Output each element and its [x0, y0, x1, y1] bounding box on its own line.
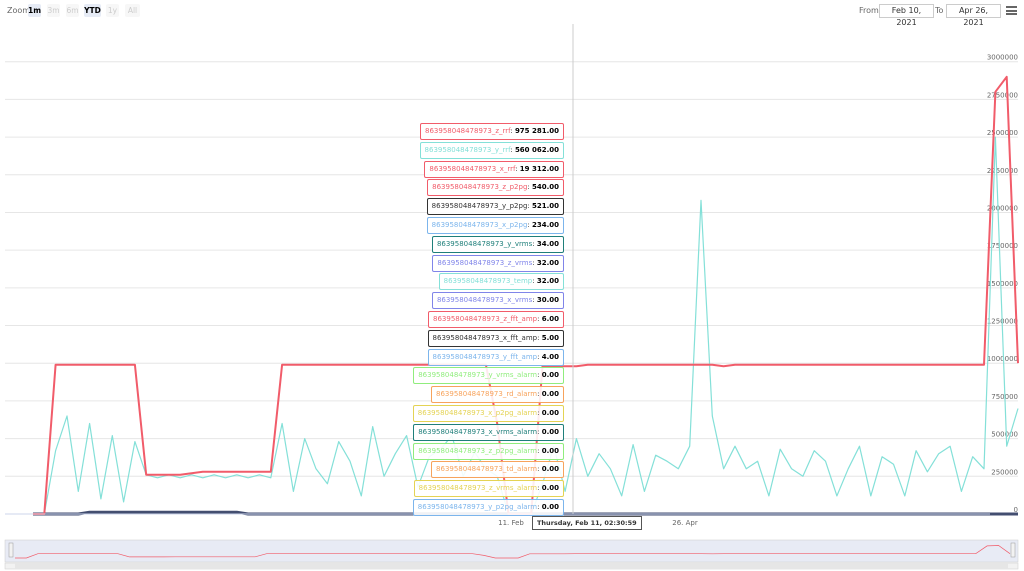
tooltip-series-name: 863958048478973_x_vrms_alarm: [418, 427, 538, 436]
tooltip-item: 863958048478973_x_vrms: 30.00: [431, 292, 564, 310]
tooltip-series-value: 30.00: [536, 296, 559, 305]
tooltip-series-value: 32.00: [536, 277, 559, 286]
tooltip-series-value: 0.00: [541, 446, 559, 455]
tooltip-series-name: 863958048478973_z_fft_amp: [433, 315, 538, 323]
tooltip-item: 863958048478973_y_vrms_alarm: 0.00: [413, 367, 564, 385]
tooltip-item: 863958048478973_rd_alarm: 0.00: [431, 386, 564, 404]
x-tick-label: 26. Apr: [672, 519, 698, 527]
tooltip-item: 863958048478973_z_vrms_alarm: 0.00: [413, 480, 564, 498]
tooltip-series-name: 863958048478973_z_p2pg_alarm: [418, 446, 538, 455]
tooltip-series-name: 863958048478973_z_p2pg: [432, 183, 528, 192]
tooltip-item: 863958048478973_x_fft_amp: 5.00: [427, 329, 564, 347]
tooltip-series-name: 863958048478973_z_vrms: [437, 258, 533, 267]
y-tick-label: 2750000: [987, 91, 1018, 99]
tooltip-series-name: 863958048478973_y_vrms_alarm: [418, 371, 538, 380]
y-tick-label: 250000: [991, 468, 1018, 476]
tooltip-series-value: 0.00: [541, 390, 559, 399]
tooltip-series-value: 5.00: [541, 333, 559, 342]
tooltip-series-value: 540.00: [531, 183, 559, 192]
tooltip-item: 863958048478973_td_alarm: 0.00: [431, 461, 564, 479]
tooltip-item: 863958048478973_x_p2pg: 234.00: [426, 217, 564, 234]
crosshair-date-label: Thursday, Feb 11, 02:30:59: [532, 516, 642, 530]
tooltip-series-value: 234.00: [531, 221, 559, 229]
navigator-left-handle: [8, 542, 14, 558]
y-tick-label: 2500000: [987, 129, 1018, 137]
tooltip-item: 863958048478973_temp: 32.00: [438, 273, 564, 291]
tooltip-item: 863958048478973_x_vrms_alarm: 0.00: [413, 423, 564, 441]
tooltip-item: 863958048478973_y_vrms: 34.00: [431, 235, 564, 253]
tooltip-series-value: 0.00: [541, 503, 559, 511]
tooltip-series-name: 863958048478973_x_p2pg_alarm: [417, 409, 538, 417]
tooltip-item: 863958048478973_z_fft_amp: 6.00: [428, 311, 564, 328]
tooltip-series-value: 19 312.00: [519, 164, 559, 173]
tooltip-series-value: 32.00: [536, 258, 559, 267]
tooltip-series-name: 863958048478973_rd_alarm: [436, 390, 538, 399]
tooltip-series-value: 0.00: [541, 409, 559, 417]
tooltip-item: 863958048478973_z_vrms: 32.00: [432, 254, 564, 272]
tooltip-series-value: 0.00: [541, 484, 559, 493]
tooltip-series-name: 863958048478973_z_vrms_alarm: [418, 484, 538, 493]
tooltip-series-name: 863958048478973_y_rrf: [424, 145, 511, 154]
navigator-track: [4, 539, 1019, 563]
tooltip-series-value: 0.00: [541, 465, 559, 474]
tooltip-series-value: 521.00: [531, 202, 559, 211]
tooltip-item: 863958048478973_z_rrf: 975 281.00: [420, 123, 564, 140]
y-tick-label: 1500000: [987, 280, 1018, 288]
tooltip-item: 863958048478973_y_fft_amp: 4.00: [427, 348, 564, 366]
navigator-scrollbar-thumb: [15, 563, 1008, 569]
tooltip-series-value: 4.00: [541, 352, 559, 361]
tooltip-series-value: 975 281.00: [514, 127, 559, 135]
y-tick-label: 500000: [991, 431, 1018, 439]
navigator-right-handle: [1010, 542, 1016, 558]
y-axis-ticks: 0250000500000750000100000012500001500000…: [987, 54, 1018, 514]
y-tick-label: 3000000: [987, 54, 1018, 62]
x-tick-label: 11. Feb: [498, 519, 524, 527]
tooltip-item: 863958048478973_z_p2pg_alarm: 0.00: [413, 442, 564, 460]
tooltip-item: 863958048478973_y_rrf: 560 062.00: [419, 141, 564, 159]
tooltip-item: 863958048478973_y_p2pg_alarm: 0.00: [412, 499, 564, 516]
tooltip-series-name: 863958048478973_x_vrms: [436, 296, 533, 305]
tooltip-item: 863958048478973_x_p2pg_alarm: 0.00: [412, 405, 564, 422]
tooltip-series-value: 0.00: [541, 371, 559, 380]
tooltip-series-name: 863958048478973_temp: [443, 277, 533, 286]
tooltip-series-name: 863958048478973_x_rrf: [429, 164, 516, 173]
tooltip-series-name: 863958048478973_z_rrf: [425, 127, 511, 135]
tooltip-item: 863958048478973_x_rrf: 19 312.00: [424, 160, 564, 178]
tooltip-series-name: 863958048478973_x_p2pg: [431, 221, 528, 229]
tooltip-series-name: 863958048478973_y_fft_amp: [432, 352, 538, 361]
y-tick-label: 1000000: [987, 355, 1018, 363]
tooltip-series-name: 863958048478973_td_alarm: [436, 465, 538, 474]
tooltip-series-name: 863958048478973_x_fft_amp: [432, 333, 538, 342]
tooltip-series-value: 34.00: [536, 239, 559, 248]
tooltip-item: 863958048478973_y_p2pg: 521.00: [426, 198, 564, 216]
tooltip-series-value: 0.00: [541, 427, 559, 436]
tooltip-item: 863958048478973_z_p2pg: 540.00: [427, 179, 564, 197]
navigator[interactable]: [4, 539, 1019, 570]
tooltip-series-value: 560 062.00: [514, 145, 559, 154]
tooltip-series-name: 863958048478973_y_p2pg: [431, 202, 528, 211]
tooltip-series-value: 6.00: [541, 315, 559, 323]
tooltip-series-name: 863958048478973_y_vrms: [436, 239, 533, 248]
tooltip-series-name: 863958048478973_y_p2pg_alarm: [417, 503, 538, 511]
